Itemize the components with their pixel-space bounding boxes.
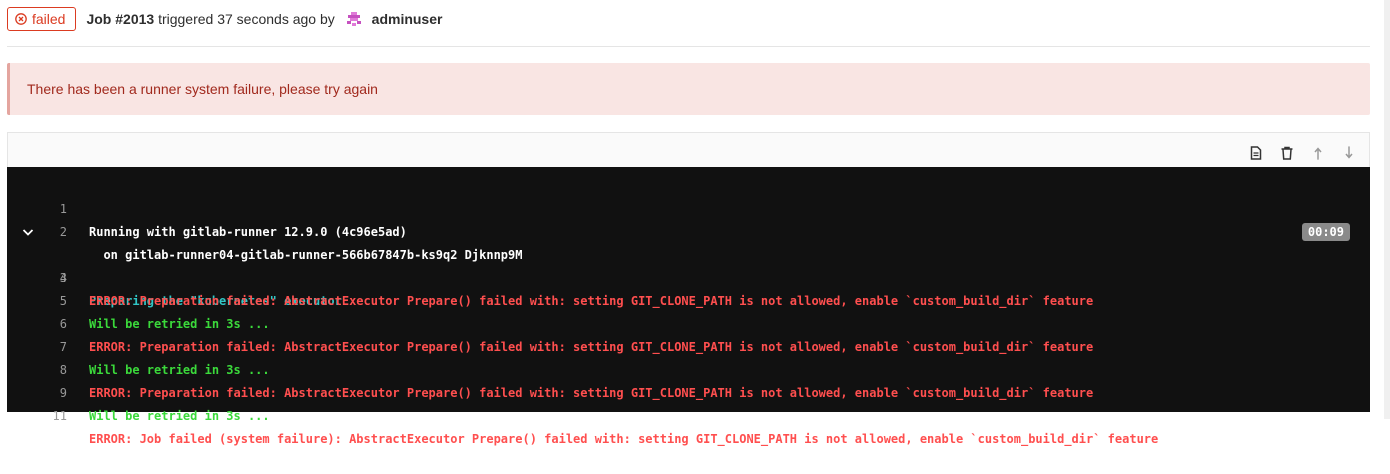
scroll-top-icon[interactable] xyxy=(1308,143,1328,163)
triggered-text: triggered 37 seconds ago by xyxy=(154,11,339,27)
status-badge[interactable]: failed xyxy=(7,7,77,31)
log-line: 6 ERROR: Preparation failed: AbstractExe… xyxy=(7,290,1370,354)
erase-log-icon[interactable] xyxy=(1277,143,1297,163)
job-id: Job #2013 xyxy=(86,11,155,27)
log-line: 8 ERROR: Preparation failed: AbstractExe… xyxy=(7,336,1370,400)
job-log: 1 Running with gitlab-runner 12.9.0 (4c9… xyxy=(7,167,1370,446)
alert-message: There has been a runner system failure, … xyxy=(27,81,378,97)
section-duration-badge: 00:09 xyxy=(1301,223,1350,241)
log-line: 2 on gitlab-runner04-gitlab-runner-566b6… xyxy=(7,198,1370,262)
avatar[interactable] xyxy=(343,9,364,29)
status-failed-icon xyxy=(15,13,27,25)
user-link[interactable]: adminuser xyxy=(372,11,443,27)
log-text: ERROR: Job failed (system failure): Abst… xyxy=(89,432,1159,446)
log-line: 9 Will be retried in 3s ... xyxy=(7,359,1370,423)
log-line: 4 ERROR: Preparation failed: AbstractExe… xyxy=(7,244,1370,308)
log-line: 1 Running with gitlab-runner 12.9.0 (4c9… xyxy=(7,175,1370,239)
job-info: Job #2013 triggered 37 seconds ago by ad… xyxy=(86,7,442,32)
job-header: failed Job #2013 triggered 37 seconds ag… xyxy=(7,7,1370,47)
scroll-bottom-icon[interactable] xyxy=(1339,143,1359,163)
log-line: 5 Will be retried in 3s ... xyxy=(7,267,1370,331)
raw-log-icon[interactable] xyxy=(1246,143,1266,163)
page-scrollbar[interactable] xyxy=(1384,0,1390,419)
runner-failure-alert: There has been a runner system failure, … xyxy=(7,63,1370,115)
status-label: failed xyxy=(32,11,66,27)
log-text: Will be retried in 3s ... xyxy=(89,409,270,423)
line-number[interactable]: 11 xyxy=(7,405,67,428)
log-line: 11 ERROR: Job failed (system failure): A… xyxy=(7,382,1370,446)
log-section-header[interactable]: 3 Preparing the "kubernetes" executor 00… xyxy=(7,221,1370,308)
log-line: 7 Will be retried in 3s ... xyxy=(7,313,1370,377)
chevron-down-icon[interactable] xyxy=(21,225,35,239)
log-toolbar xyxy=(7,132,1370,167)
